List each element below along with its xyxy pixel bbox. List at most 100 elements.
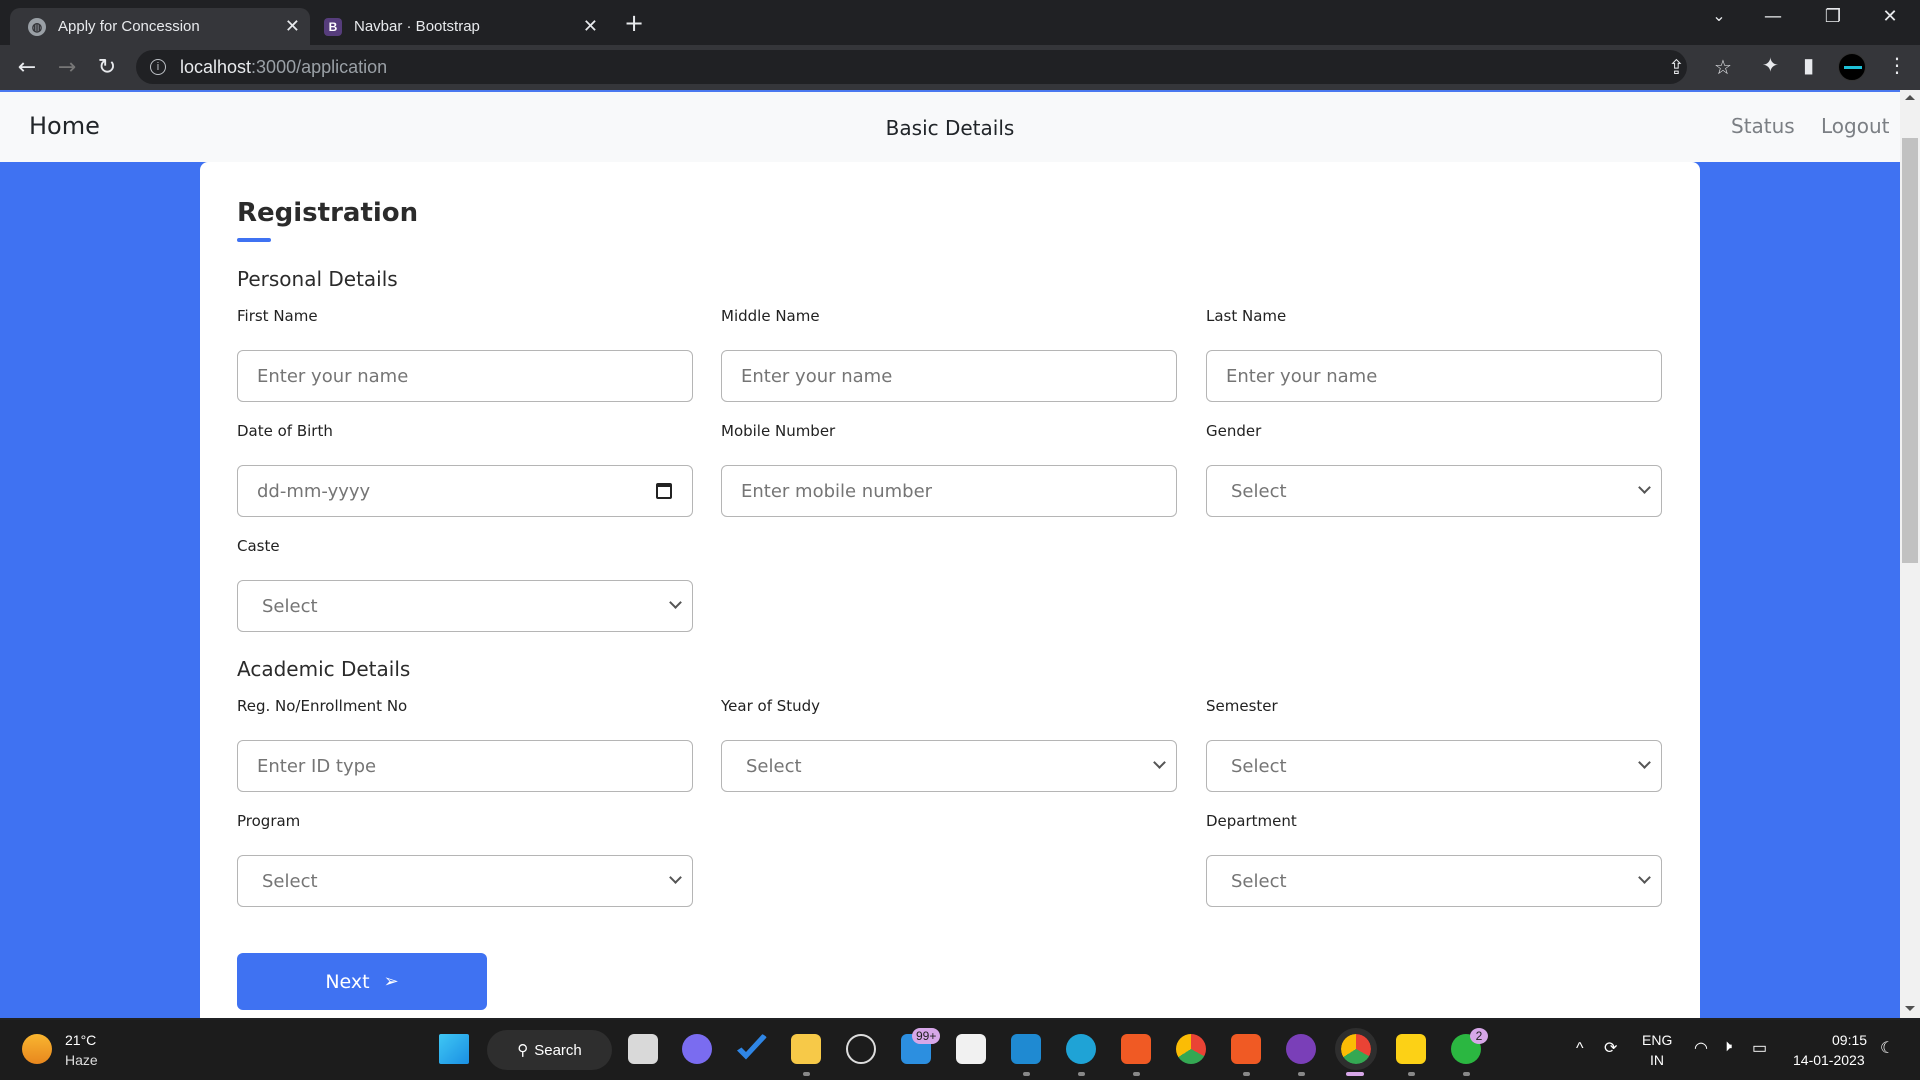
scroll-up-arrow-icon[interactable] <box>1905 95 1915 100</box>
language-indicator[interactable]: ENG <box>1642 1032 1672 1048</box>
tab-close-icon[interactable]: ✕ <box>583 16 598 37</box>
bookmark-star-icon[interactable]: ☆ <box>1714 55 1732 80</box>
reg-no-label: Reg. No/Enrollment No <box>237 697 408 715</box>
focus-moon-icon[interactable]: ☾ <box>1880 1038 1894 1058</box>
forward-button[interactable]: → <box>52 55 82 80</box>
site-info-icon[interactable]: i <box>150 59 166 75</box>
reg-no-input[interactable]: Enter ID type <box>237 740 693 792</box>
globe-icon: ◍ <box>28 17 46 36</box>
close-window-button[interactable]: ✕ <box>1870 6 1910 27</box>
tab-navbar-bootstrap[interactable]: B Navbar · Bootstrap ✕ <box>312 8 608 45</box>
vscode-icon[interactable] <box>1011 1034 1041 1064</box>
microsoft-store-icon[interactable] <box>956 1034 986 1064</box>
gender-label: Gender <box>1206 422 1262 440</box>
taskbar-search-button[interactable]: ⚲ Search <box>487 1030 612 1070</box>
dob-input[interactable]: dd-mm-yyyy <box>237 465 693 517</box>
share-icon[interactable]: ⇪ <box>1668 55 1685 80</box>
gender-value: Select <box>1231 480 1287 502</box>
running-indicator <box>1408 1072 1415 1076</box>
todo-check-icon[interactable] <box>737 1034 767 1060</box>
first-name-label: First Name <box>237 307 318 325</box>
dob-placeholder: dd-mm-yyyy <box>257 480 371 502</box>
chevron-down-icon <box>669 871 682 884</box>
program-select[interactable]: Select <box>237 855 693 907</box>
edge-icon[interactable] <box>1066 1034 1096 1064</box>
side-panel-icon[interactable]: ▮ <box>1803 53 1814 77</box>
back-button[interactable]: ← <box>12 55 42 80</box>
region-indicator[interactable]: IN <box>1650 1052 1664 1068</box>
dell-icon[interactable] <box>846 1034 876 1064</box>
caste-value: Select <box>262 595 318 617</box>
academic-details-heading: Academic Details <box>237 657 411 681</box>
year-select[interactable]: Select <box>721 740 1177 792</box>
chevron-down-icon <box>1638 481 1651 494</box>
tab-search-dropdown-icon[interactable]: ⌄ <box>1699 6 1739 25</box>
nav-logout-link[interactable]: Logout <box>1821 114 1889 138</box>
chevron-down-icon <box>1153 756 1166 769</box>
semester-select[interactable]: Select <box>1206 740 1662 792</box>
next-button[interactable]: Next ➢ <box>237 953 487 1010</box>
calendar-icon[interactable] <box>656 483 672 499</box>
chevron-down-icon <box>1638 756 1651 769</box>
whatsapp-badge: 2 <box>1470 1028 1488 1044</box>
profile-avatar[interactable] <box>1838 53 1866 81</box>
reload-button[interactable]: ↻ <box>92 55 122 80</box>
show-hidden-icons-chevron[interactable]: ^ <box>1576 1040 1584 1058</box>
browser-menu-icon[interactable]: ⋮ <box>1887 53 1907 77</box>
running-indicator <box>1298 1072 1305 1076</box>
tab-apply-for-concession[interactable]: ◍ Apply for Concession ✕ <box>10 8 310 45</box>
sync-icon[interactable]: ⟳ <box>1604 1038 1617 1058</box>
middle-name-input[interactable]: Enter your name <box>721 350 1177 402</box>
windows-start-icon[interactable] <box>439 1034 469 1064</box>
restore-button[interactable]: ❐ <box>1813 6 1853 27</box>
brave-profile-icon[interactable] <box>1231 1034 1261 1064</box>
running-indicator <box>1243 1072 1250 1076</box>
extensions-puzzle-icon[interactable]: ✦ <box>1762 53 1779 77</box>
running-indicator <box>1133 1072 1140 1076</box>
first-name-input[interactable]: Enter your name <box>237 350 693 402</box>
new-tab-button[interactable]: + <box>624 9 644 37</box>
middle-name-label: Middle Name <box>721 307 820 325</box>
caste-select[interactable]: Select <box>237 580 693 632</box>
battery-icon[interactable]: ▭ <box>1752 1038 1767 1058</box>
weather-condition[interactable]: Haze <box>65 1052 98 1068</box>
task-view-icon[interactable] <box>628 1034 658 1064</box>
mobile-input[interactable]: Enter mobile number <box>721 465 1177 517</box>
weather-haze-icon[interactable] <box>22 1034 52 1064</box>
title-underline <box>237 238 271 242</box>
volume-muted-icon[interactable]: 🕨 <box>1722 1038 1732 1056</box>
page-scrollbar[interactable] <box>1900 90 1920 1018</box>
tab-close-icon[interactable]: ✕ <box>285 16 300 37</box>
registration-card: Registration Personal Details First Name… <box>200 162 1700 1018</box>
nav-status-link[interactable]: Status <box>1731 114 1795 138</box>
chrome-icon[interactable] <box>1176 1034 1206 1064</box>
bootstrap-icon: B <box>324 17 342 36</box>
running-indicator <box>1023 1072 1030 1076</box>
tab-title: Apply for Concession <box>58 18 200 35</box>
file-explorer-icon[interactable] <box>791 1034 821 1064</box>
last-name-label: Last Name <box>1206 307 1287 325</box>
gender-select[interactable]: Select <box>1206 465 1662 517</box>
scroll-down-arrow-icon[interactable] <box>1905 1006 1915 1011</box>
clock-time[interactable]: 09:15 <box>1832 1032 1867 1048</box>
browser-toolbar: ← → ↻ i localhost:3000/application ⇪ ☆ ✦… <box>0 45 1920 90</box>
top-navbar: Home Basic Details Status Logout <box>0 92 1900 162</box>
department-select[interactable]: Select <box>1206 855 1662 907</box>
chrome-active-icon[interactable] <box>1335 1028 1377 1070</box>
last-name-input[interactable]: Enter your name <box>1206 350 1662 402</box>
page-viewport: Home Basic Details Status Logout Registr… <box>0 90 1900 1018</box>
running-indicator <box>1463 1072 1470 1076</box>
running-indicator <box>1078 1072 1085 1076</box>
teams-chat-icon[interactable] <box>682 1034 712 1064</box>
weather-temperature[interactable]: 21°C <box>65 1032 96 1048</box>
wifi-icon[interactable]: ◠ <box>1694 1038 1708 1058</box>
brave-icon[interactable] <box>1121 1034 1151 1064</box>
sticky-notes-icon[interactable] <box>1396 1034 1426 1064</box>
github-desktop-icon[interactable] <box>1286 1034 1316 1064</box>
clock-date[interactable]: 14-01-2023 <box>1793 1052 1865 1068</box>
minimize-button[interactable]: — <box>1753 6 1793 27</box>
address-bar[interactable]: i localhost:3000/application ⇪ ☆ <box>136 50 1732 84</box>
year-value: Select <box>746 755 802 777</box>
scrollbar-thumb[interactable] <box>1902 138 1918 563</box>
browser-tab-bar: ◍ Apply for Concession ✕ B Navbar · Boot… <box>0 0 1920 45</box>
